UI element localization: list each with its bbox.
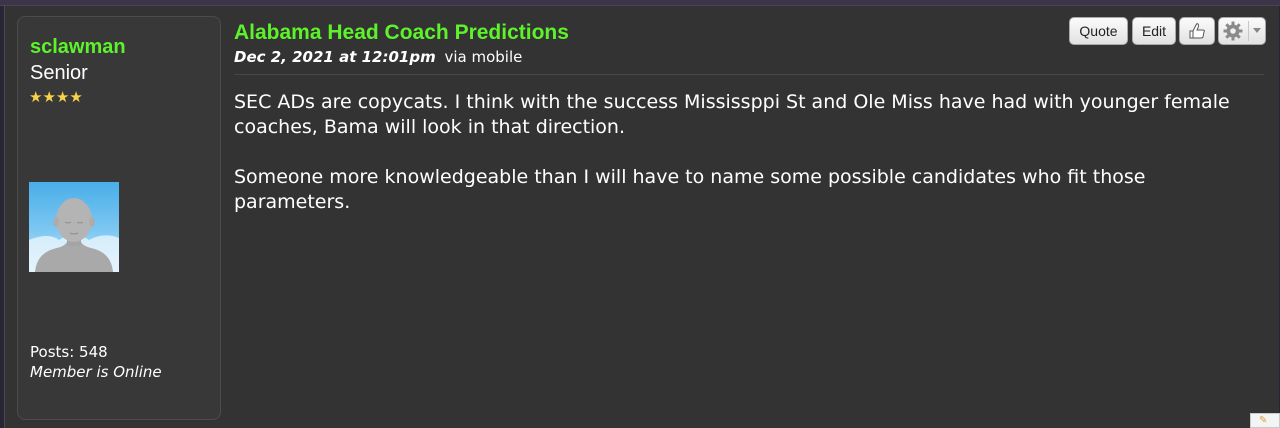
default-avatar-icon <box>29 198 119 272</box>
post-title[interactable]: Alabama Head Coach Predictions <box>234 21 569 45</box>
header-divider <box>234 74 1264 75</box>
author-post-count: Posts: 548 <box>30 343 108 361</box>
post-date[interactable]: Dec 2, 2021 at 12:01pm <box>234 48 436 66</box>
avatar[interactable] <box>29 182 119 272</box>
author-rank: Senior <box>30 62 88 84</box>
post-via: via mobile <box>444 48 523 66</box>
quote-button[interactable]: Quote <box>1069 17 1128 45</box>
author-online-status: Member is Online <box>30 363 162 381</box>
post-paragraph: Someone more knowledgeable than I will h… <box>234 166 1146 213</box>
options-menu-button[interactable] <box>1218 17 1266 45</box>
post-paragraph: SEC ADs are copycats. I think with the s… <box>234 91 1230 138</box>
post-body: SEC ADs are copycats. I think with the s… <box>234 90 1244 240</box>
rank-stars-icon: ★★★★ <box>29 88 83 106</box>
gear-icon <box>1223 21 1243 41</box>
corner-badge-icon: ✎ <box>1250 413 1280 428</box>
post-meta: Dec 2, 2021 at 12:01pm via mobile <box>234 48 522 66</box>
forum-post: sclawman Senior ★★★★ Posts: 548 Member i… <box>4 6 1279 428</box>
author-sidebar: sclawman Senior ★★★★ Posts: 548 Member i… <box>17 16 221 420</box>
like-button[interactable] <box>1179 17 1215 45</box>
chevron-down-icon <box>1253 28 1261 33</box>
like-hand-icon <box>1189 23 1205 39</box>
options-separator <box>1248 21 1249 41</box>
edit-button[interactable]: Edit <box>1132 17 1176 45</box>
author-username[interactable]: sclawman <box>30 36 126 59</box>
